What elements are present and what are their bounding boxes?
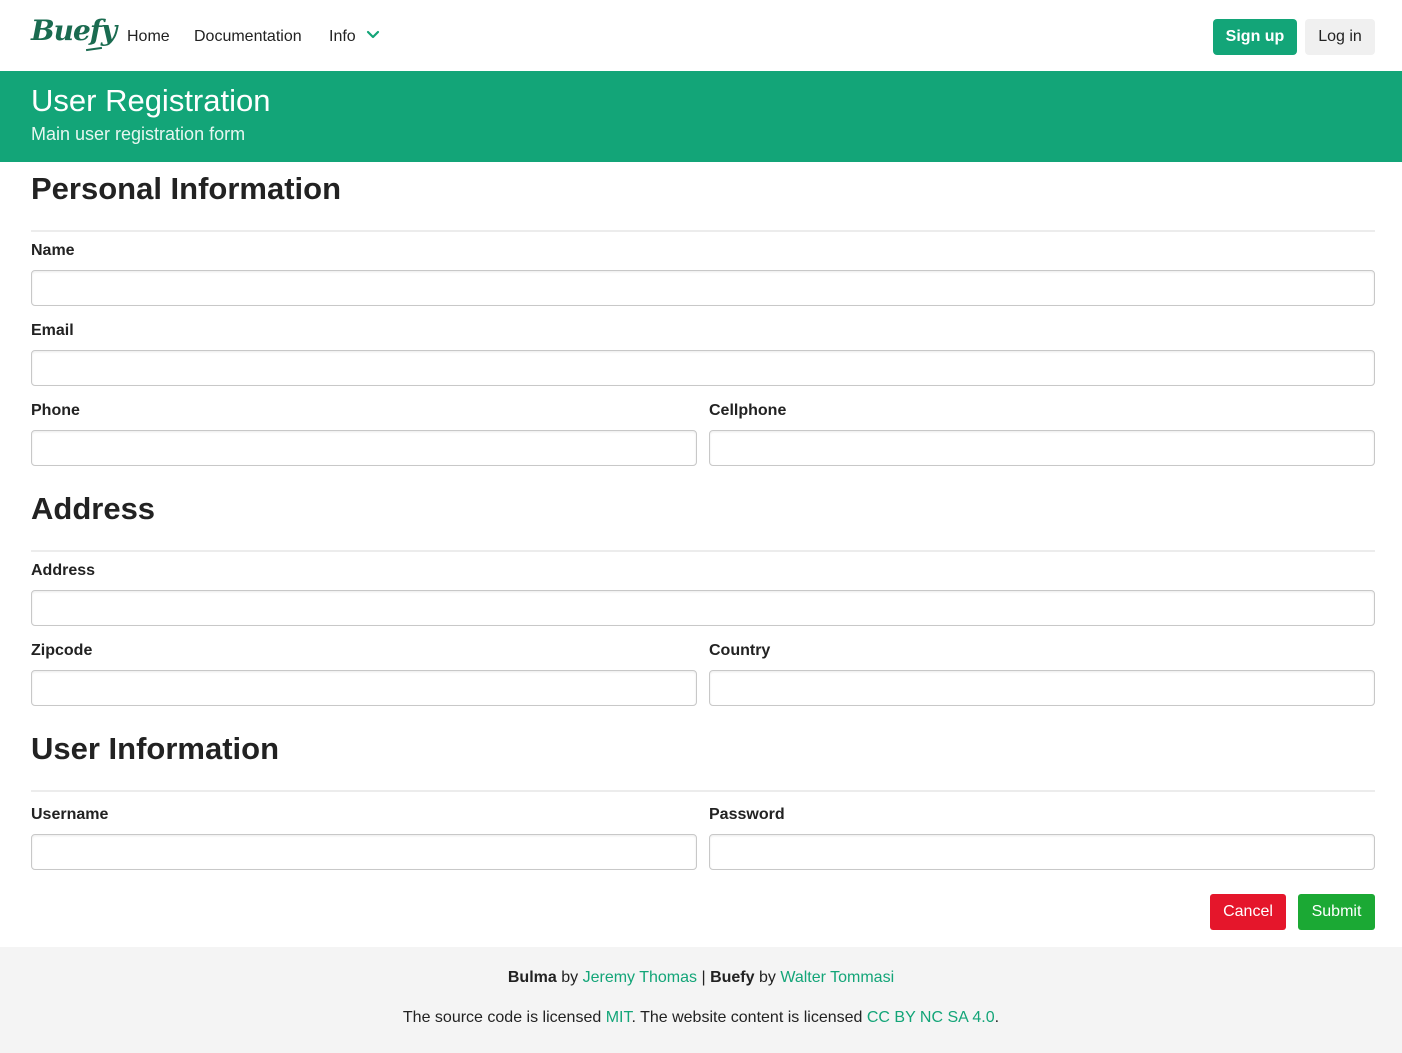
footer-by: by [561,969,579,986]
nav-home[interactable]: Home [127,27,170,47]
password-input[interactable] [709,834,1375,870]
jeremy-thomas-link[interactable]: Jeremy Thomas [583,969,697,986]
signup-button[interactable]: Sign up [1213,19,1297,55]
walter-tommasi-link[interactable]: Walter Tommasi [780,969,894,986]
phone-label: Phone [31,402,80,419]
navbar: Buefy Home Documentation Info Sign up Lo… [0,0,1402,71]
name-input[interactable] [31,270,1375,306]
section-divider [31,550,1375,552]
email-label: Email [31,322,74,339]
license-suffix: . [994,1009,1000,1026]
footer-credits: Bulma by Jeremy Thomas | Buefy by Walter… [0,968,1402,988]
page-title: User Registration [31,83,271,118]
country-input[interactable] [709,670,1375,706]
nav-documentation[interactable]: Documentation [194,27,302,47]
footer-license: The source code is licensed MIT. The web… [0,1008,1402,1028]
section-divider [31,230,1375,232]
section-title-personal: Personal Information [31,171,342,206]
email-input[interactable] [31,350,1375,386]
name-label: Name [31,242,75,259]
cc-license-link[interactable]: CC BY NC SA 4.0 [867,1009,995,1026]
license-prefix: The source code is licensed [402,1009,602,1026]
section-divider [31,790,1375,792]
buefy-logo[interactable]: Buefy [31,14,117,47]
username-label: Username [31,806,109,823]
address-input[interactable] [31,590,1375,626]
mit-license-link[interactable]: MIT [606,1009,632,1026]
username-input[interactable] [31,834,697,870]
page-subtitle: Main user registration form [31,124,246,144]
address-label: Address [31,562,96,579]
bulma-name: Bulma [507,969,557,986]
section-title-user: User Information [31,731,280,766]
footer-separator: | [701,969,706,986]
country-label: Country [709,642,771,659]
zipcode-input[interactable] [31,670,697,706]
footer-by: by [758,969,776,986]
license-mid: . The website content is licensed [631,1009,863,1026]
password-label: Password [709,806,785,823]
cellphone-label: Cellphone [709,402,787,419]
hero-banner: User Registration Main user registration… [0,71,1402,162]
chevron-down-icon[interactable] [366,30,380,40]
footer: Bulma by Jeremy Thomas | Buefy by Walter… [0,947,1402,1053]
section-title-address: Address [31,491,156,526]
phone-input[interactable] [31,430,697,466]
cellphone-input[interactable] [709,430,1375,466]
nav-info[interactable]: Info [329,27,356,47]
buefy-name: Buefy [710,969,755,986]
zipcode-label: Zipcode [31,642,93,659]
submit-button[interactable]: Submit [1298,894,1375,930]
logo-underline [85,46,103,52]
cancel-button[interactable]: Cancel [1210,894,1286,930]
login-button[interactable]: Log in [1305,19,1375,55]
